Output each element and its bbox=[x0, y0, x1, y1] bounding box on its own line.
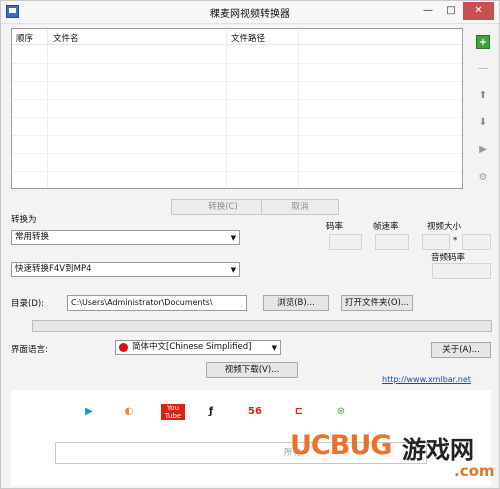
language-label: 界面语言: bbox=[11, 345, 48, 355]
website-link[interactable]: http://www.xmlbar.net bbox=[382, 375, 471, 384]
watermark-text: 游戏网 bbox=[402, 436, 474, 464]
conversion-progress-bar bbox=[32, 320, 492, 332]
video-download-button[interactable]: 视频下载(V)... bbox=[206, 362, 298, 378]
column-divider bbox=[298, 29, 299, 188]
column-divider bbox=[47, 29, 48, 188]
category-value: 常用转换 bbox=[15, 232, 50, 242]
china-flag-icon bbox=[119, 343, 128, 352]
watermark-domain: .com bbox=[454, 462, 495, 480]
language-select[interactable]: 简体中文[Chinese Simplified] ▼ bbox=[115, 340, 281, 355]
chevron-down-icon: ▼ bbox=[230, 234, 236, 242]
row-divider bbox=[12, 81, 462, 82]
video-site-logo-icon[interactable]: ◐ bbox=[121, 404, 137, 420]
format-value: 快速转换F4V到MP4 bbox=[15, 264, 92, 274]
app-window: 稞麦网视频转换器 — □ ✕ 顺序 文件名 文件路径 + — ⬆ ⬇ ▶ ⚙ 转… bbox=[0, 0, 500, 489]
framerate-field[interactable] bbox=[375, 234, 409, 250]
framerate-label: 帧速率 bbox=[373, 222, 399, 232]
language-value: 简体中文[Chinese Simplified] bbox=[132, 342, 252, 352]
format-select[interactable]: 快速转换F4V到MP4 ▼ bbox=[11, 262, 240, 277]
directory-input[interactable]: C:\Users\Administrator\Documents\ bbox=[67, 295, 247, 311]
column-header-order[interactable]: 顺序 bbox=[16, 32, 33, 44]
about-button[interactable]: 关于(A)... bbox=[431, 342, 491, 358]
56-logo-icon[interactable]: 56 bbox=[245, 404, 265, 420]
directory-label: 目录(D): bbox=[11, 299, 45, 309]
remove-icon[interactable]: — bbox=[476, 62, 490, 76]
row-divider bbox=[12, 135, 462, 136]
row-divider bbox=[12, 153, 462, 154]
minimize-button[interactable]: — bbox=[418, 2, 438, 20]
column-header-filepath[interactable]: 文件路径 bbox=[231, 32, 265, 44]
watermark-logo: UCBUG 游戏网 .com bbox=[290, 428, 500, 489]
file-list-header: 顺序 文件名 文件路径 bbox=[12, 29, 462, 45]
bitrate-field[interactable] bbox=[329, 234, 362, 250]
youtube-logo-icon[interactable]: You Tube bbox=[161, 404, 185, 420]
move-down-icon[interactable]: ⬇ bbox=[476, 116, 490, 130]
title-bar: 稞麦网视频转换器 — □ ✕ bbox=[1, 1, 499, 24]
video-site-logo-icon[interactable]: ⊛ bbox=[333, 404, 349, 420]
audio-bitrate-field[interactable] bbox=[432, 263, 491, 279]
maximize-button[interactable]: □ bbox=[441, 2, 461, 20]
video-size-label: 视频大小 bbox=[427, 222, 462, 232]
row-divider bbox=[12, 117, 462, 118]
column-header-filename[interactable]: 文件名 bbox=[53, 32, 79, 44]
row-divider bbox=[12, 99, 462, 100]
watermark-brand: UCBUG bbox=[290, 430, 392, 461]
video-site-logo-icon[interactable]: ▶ bbox=[81, 404, 97, 420]
convert-button[interactable]: 转换(C) bbox=[171, 199, 275, 215]
video-site-logo-icon[interactable]: ⊏ bbox=[291, 404, 307, 420]
category-select[interactable]: 常用转换 ▼ bbox=[11, 230, 240, 245]
convert-to-label: 转换为 bbox=[11, 215, 37, 225]
browse-button[interactable]: 浏览(B)... bbox=[263, 295, 329, 311]
close-button[interactable]: ✕ bbox=[463, 2, 494, 20]
move-up-icon[interactable]: ⬆ bbox=[476, 89, 490, 103]
size-separator: * bbox=[453, 236, 458, 246]
video-height-field[interactable] bbox=[462, 234, 491, 250]
play-icon[interactable]: ▶ bbox=[476, 143, 490, 157]
open-folder-button[interactable]: 打开文件夹(O)... bbox=[341, 295, 413, 311]
settings-icon[interactable]: ⚙ bbox=[476, 171, 490, 185]
audio-bitrate-label: 音频码率 bbox=[431, 253, 466, 263]
column-divider bbox=[226, 29, 227, 188]
chevron-down-icon: ▼ bbox=[271, 344, 277, 352]
add-icon[interactable]: + bbox=[476, 35, 490, 49]
video-width-field[interactable] bbox=[422, 234, 450, 250]
row-divider bbox=[12, 171, 462, 172]
video-site-logo-icon[interactable]: ƒ bbox=[203, 404, 219, 420]
chevron-down-icon: ▼ bbox=[230, 266, 236, 274]
bitrate-label: 码率 bbox=[326, 222, 344, 232]
row-divider bbox=[12, 63, 462, 64]
cancel-button[interactable]: 取消 bbox=[261, 199, 339, 215]
file-list[interactable]: 顺序 文件名 文件路径 bbox=[11, 28, 463, 189]
